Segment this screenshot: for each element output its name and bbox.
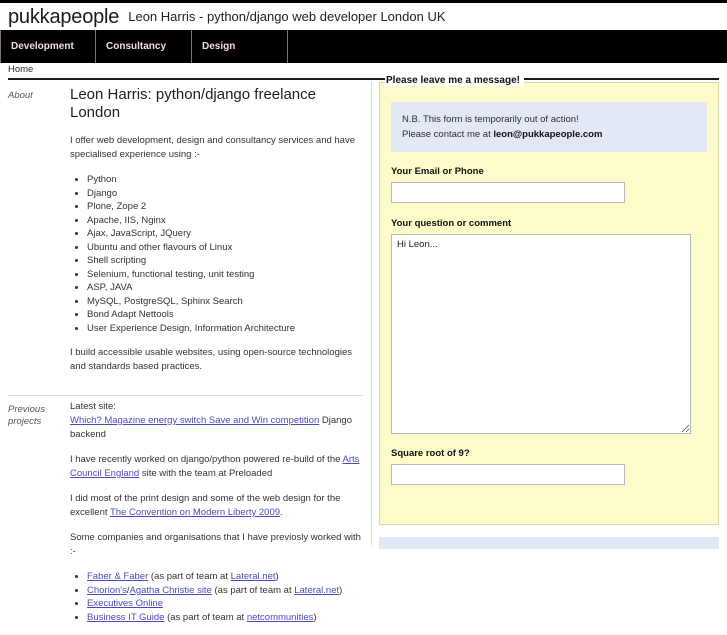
nav-filler (288, 30, 727, 63)
breadcrumb-item-home[interactable]: Home (8, 64, 33, 75)
nav-item-label: Design (202, 41, 236, 52)
section-about: About Leon Harris: python/django freelan… (0, 82, 371, 385)
question-or-comment-textarea[interactable]: Hi Leon... (391, 234, 691, 434)
page-title: Leon Harris: python/django freelance Lon… (70, 86, 316, 121)
link-lateral-net[interactable]: Lateral.net (231, 571, 276, 582)
list-item: Selenium, functional testing, unit testi… (87, 268, 363, 282)
company-mid-text: (as part of team at (148, 571, 231, 582)
section-body-previous-projects: Latest site: Which? Magazine energy swit… (68, 400, 363, 635)
contact-form-legend: Please leave me a message! (385, 75, 524, 86)
footer-strip (379, 537, 719, 549)
comment-field-label: Your question or comment (391, 218, 512, 229)
section-label-line-2: projects (8, 416, 42, 427)
nav-item-development[interactable]: Development (0, 30, 96, 63)
list-item: ASP, JAVA (87, 281, 363, 295)
link-executives-online[interactable]: Executives Online (87, 598, 163, 609)
list-item: Ajax, JavaScript, JQuery (87, 227, 363, 241)
list-item: Ubuntu and other flavours of Linux (87, 241, 363, 255)
list-item: Faber & Faber (as part of team at Latera… (87, 570, 363, 584)
link-business-it-guide[interactable]: Business IT Guide (87, 612, 164, 623)
form-out-of-action-notice: N.B. This form is temporarily out of act… (391, 102, 707, 152)
list-item: Business IT Guide (as part of team at ne… (87, 611, 363, 625)
companies-intro: Some companies and organisations that I … (70, 532, 361, 557)
nav-item-label: Development (11, 41, 74, 52)
section-body-about: Leon Harris: python/django freelance Lon… (68, 86, 363, 385)
nav-item-consultancy[interactable]: Consultancy (96, 30, 192, 63)
list-item: Bond Adapt Nettools (87, 308, 363, 322)
notice-line-1: N.B. This form is temporarily out of act… (402, 114, 579, 125)
company-end-text: ) (313, 611, 317, 623)
main-content: About Leon Harris: python/django freelan… (0, 75, 727, 623)
contact-form-panel: N.B. This form is temporarily out of act… (379, 82, 719, 525)
list-item: Python (87, 173, 363, 187)
site-tagline: Leon Harris - python/django web develope… (128, 9, 446, 24)
contact-email: leon@pukkapeople.com (493, 129, 603, 140)
section-label-about: About (8, 90, 33, 101)
list-item: Chorion's/Agatha Christie site (as part … (87, 584, 363, 598)
section-previous-projects: Previous projects Latest site: Which? Ma… (0, 396, 371, 635)
site-brand[interactable]: pukkapeople (8, 7, 119, 27)
article-column: About Leon Harris: python/django freelan… (0, 82, 372, 623)
list-item: MySQL, PostgreSQL, Sphinx Search (87, 295, 363, 309)
company-end-text: ) (339, 584, 343, 596)
link-convention-modern-liberty[interactable]: The Convention on Modern Liberty 2009 (110, 507, 280, 518)
latest-site-paragraph: Latest site: Which? Magazine energy swit… (70, 400, 363, 442)
latest-site-prefix: Latest site: (70, 401, 116, 412)
email-or-phone-input[interactable] (391, 182, 625, 203)
notice-line-2: Please contact me at leon@pukkapeople.co… (402, 127, 696, 142)
notice-contact-prefix: Please contact me at (402, 129, 494, 140)
section-label-previous-projects: Previous projects (8, 400, 68, 635)
breadcrumb: Home (8, 64, 719, 80)
about-intro: I offer web development, design and cons… (70, 135, 355, 160)
company-mid-text-2: (as part of team at (211, 584, 295, 596)
primary-navigation: Development Consultancy Design (0, 30, 727, 63)
list-item: Shell scripting (87, 254, 363, 268)
nav-item-label: Consultancy (106, 41, 167, 52)
recent-work-suffix: site with the team at Preloaded (139, 468, 273, 479)
company-mid-text: (as part of team at (164, 611, 247, 623)
print-design-paragraph: I did most of the print design and some … (70, 492, 363, 520)
companies-list: Faber & Faber (as part of team at Latera… (70, 570, 363, 624)
link-netcommunities[interactable]: netcommunities (247, 612, 314, 623)
list-item: Apache, IIS, Nginx (87, 214, 363, 228)
list-item: Executives Online (87, 597, 363, 611)
link-faber-and-faber[interactable]: Faber & Faber (87, 571, 148, 582)
list-item: Plone, Zope 2 (87, 200, 363, 214)
recent-work-paragraph: I have recently worked on django/python … (70, 453, 363, 481)
section-label-line-1: Previous (8, 404, 45, 415)
recent-work-prefix: I have recently worked on django/python … (70, 454, 343, 465)
link-agatha-christie-site[interactable]: Agatha Christie site (129, 585, 211, 596)
company-end-text: ) (275, 571, 279, 582)
page-root: pukkapeople Leon Harris - python/django … (0, 0, 727, 623)
nav-item-design[interactable]: Design (192, 30, 288, 63)
masthead: pukkapeople Leon Harris - python/django … (0, 3, 727, 30)
captcha-answer-input[interactable] (391, 464, 625, 485)
link-lateral-net[interactable]: Lateral.net (294, 585, 339, 596)
link-chorions[interactable]: Chorion's (87, 585, 127, 596)
list-item: User Experience Design, Information Arch… (87, 322, 363, 336)
link-which-magazine[interactable]: Which? Magazine energy switch Save and W… (70, 415, 319, 426)
about-outro: I build accessible usable websites, usin… (70, 347, 353, 372)
captcha-field-label: Square root of 9? (391, 448, 470, 459)
email-field-label: Your Email or Phone (391, 166, 484, 177)
skills-list: Python Django Plone, Zope 2 Apache, IIS,… (70, 173, 363, 335)
print-design-suffix: . (280, 507, 283, 518)
list-item: Django (87, 187, 363, 201)
